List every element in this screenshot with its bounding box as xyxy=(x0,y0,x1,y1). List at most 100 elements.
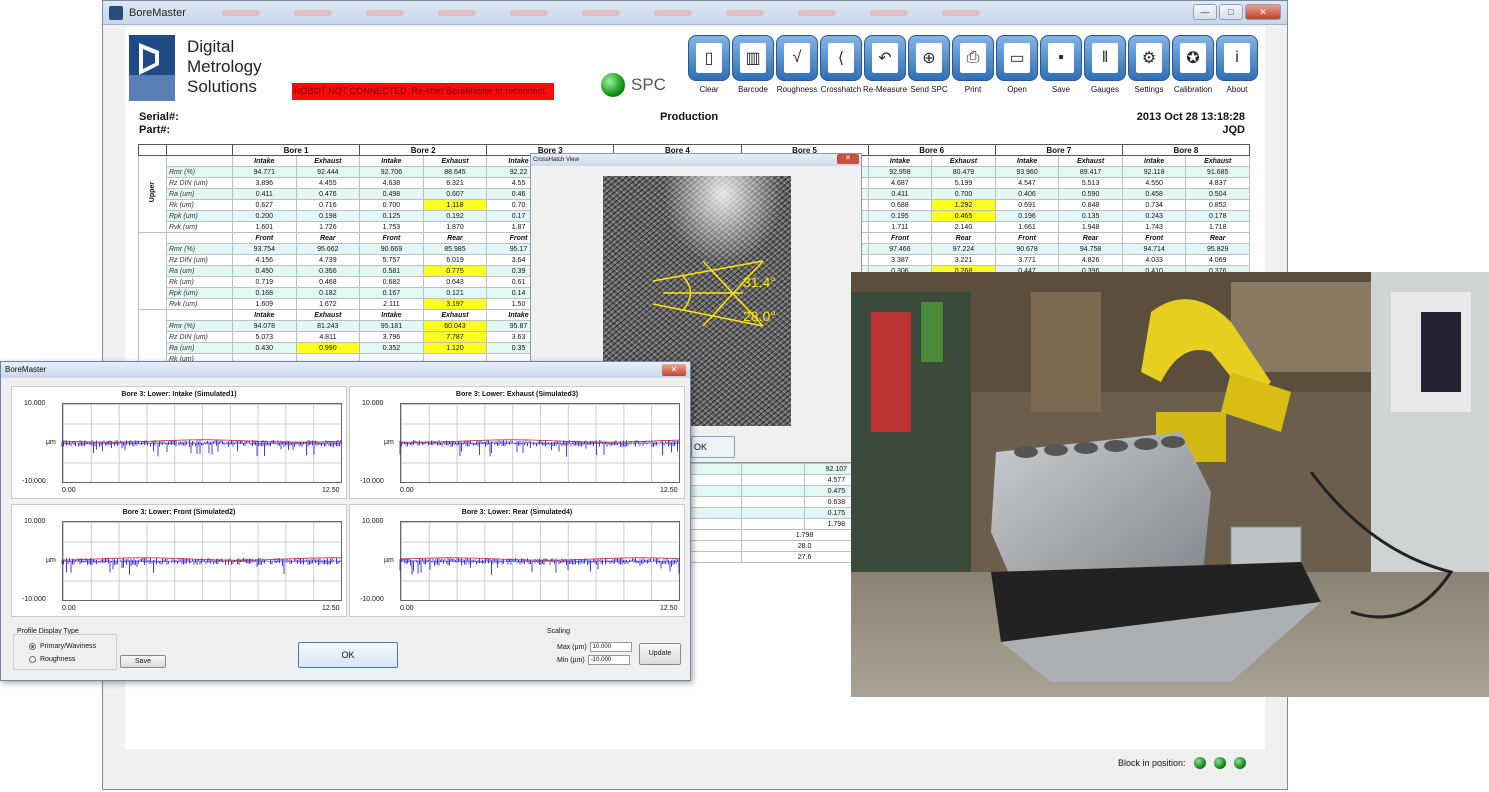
profile-trace xyxy=(61,439,342,457)
table-cell: 0.450 xyxy=(232,265,297,277)
table-cell: 1.601 xyxy=(232,221,297,233)
table-cell: 95.829 xyxy=(1185,243,1250,255)
bore-header: Bore 6 xyxy=(867,144,996,156)
toolbar-print-button[interactable]: ⎙ Print xyxy=(951,35,995,94)
profile-trace xyxy=(61,557,342,575)
bore-header: Bore 2 xyxy=(359,144,488,156)
dms-logo xyxy=(129,35,175,101)
toolbar-roughness-button[interactable]: √ Roughness xyxy=(775,35,819,94)
scaling-update-button[interactable]: Update xyxy=(639,643,681,665)
toolbar-barcode-button[interactable]: ▥ Barcode xyxy=(731,35,775,94)
table-cell: 90.669 xyxy=(359,243,424,255)
block-led-icon xyxy=(1213,757,1226,769)
table-cell: 3.896 xyxy=(232,177,297,189)
toolbar-send-spc-button[interactable]: ⊕ Send SPC xyxy=(907,35,951,94)
table-cell: 92.118 xyxy=(1121,166,1187,178)
table-cell: 0.643 xyxy=(422,276,488,288)
calibration-ribbon-icon: ✪ xyxy=(1180,43,1206,73)
title-bar: BoreMaster — □ ✕ xyxy=(103,1,1287,25)
table-cell: 95.662 xyxy=(295,243,361,255)
profile-save-button[interactable]: Save xyxy=(120,655,166,668)
table-cell: 5.757 xyxy=(359,254,424,266)
table-cell: 94.078 xyxy=(232,320,297,332)
table-cell: 5.199 xyxy=(931,177,996,189)
min-input[interactable]: -10.000 xyxy=(587,655,630,665)
table-cell: 0.852 xyxy=(1185,199,1250,211)
table-cell: 94.758 xyxy=(1058,243,1123,255)
table-cell: 0.719 xyxy=(232,276,297,288)
toolbar-settings-button[interactable]: ⚙ Settings xyxy=(1127,35,1171,94)
table-cell: 1.292 xyxy=(931,199,996,211)
table-cell: 4.739 xyxy=(295,254,361,266)
radio-selected-icon xyxy=(29,643,36,650)
table-cell: 0.168 xyxy=(232,287,297,299)
radio-empty-icon xyxy=(29,656,36,663)
send-spc-icon: ⊕ xyxy=(916,43,942,73)
bore-header: Bore 8 xyxy=(1121,144,1251,156)
angle-cell: 27.6 xyxy=(740,551,869,563)
table-cell: 94.771 xyxy=(232,166,297,178)
table-cell: 0.775 xyxy=(422,265,488,277)
table-cell: 3.197 xyxy=(422,298,488,310)
crosshatch-close-button[interactable]: ✕ xyxy=(837,154,859,164)
table-cell: 0.178 xyxy=(1185,210,1250,222)
profile-close-button[interactable]: ✕ xyxy=(662,364,686,376)
toolbar-crosshatch-button[interactable]: ⟨ Crosshatch xyxy=(819,35,863,94)
crosshatch-ok-button[interactable]: OK xyxy=(691,436,735,458)
crosshatch-title: CrossHatch View xyxy=(531,154,861,166)
minimize-button[interactable]: — xyxy=(1193,4,1217,20)
table-cell: 2.111 xyxy=(359,298,424,310)
table-cell: 0.476 xyxy=(295,188,361,200)
table-cell: 4.837 xyxy=(1185,177,1250,189)
table-cell: 1.118 xyxy=(422,199,488,211)
table-cell: 3.387 xyxy=(867,254,933,266)
toolbar-re-measure-button[interactable]: ↶ Re-Measure xyxy=(863,35,907,94)
profile-chart-3: Bore 3: Lower: Front (Simulated2) 10.000 µ… xyxy=(11,504,347,617)
table-cell: 0.182 xyxy=(295,287,361,299)
table-cell: 4.550 xyxy=(1121,177,1187,189)
table-cell: 1.726 xyxy=(295,221,361,233)
table-cell: 6.321 xyxy=(422,177,488,189)
table-cell: 0.243 xyxy=(1121,210,1187,222)
table-cell: 4.638 xyxy=(359,177,424,189)
toolbar-save-button[interactable]: ▪ Save xyxy=(1039,35,1083,94)
table-cell: 0.195 xyxy=(867,210,933,222)
toolbar-gauges-button[interactable]: ‖ Gauges xyxy=(1083,35,1127,94)
max-input[interactable]: 10.000 xyxy=(589,642,632,652)
app-icon xyxy=(109,5,123,20)
table-cell: 3.771 xyxy=(994,254,1060,266)
toolbar-about-button[interactable]: i About xyxy=(1215,35,1259,94)
part-label: Part#: xyxy=(139,124,171,136)
table-cell: 0.581 xyxy=(359,265,424,277)
table-cell: 0.691 xyxy=(994,199,1060,211)
bore-header: Bore 7 xyxy=(994,144,1123,156)
save-icon: ▪ xyxy=(1048,43,1074,73)
profile-ok-button[interactable]: OK xyxy=(298,642,398,668)
serial-part-labels: Serial#: Part#: xyxy=(139,111,179,137)
open-folder-icon: ▭ xyxy=(1004,43,1030,73)
table-cell: 0.627 xyxy=(232,199,297,211)
table-cell: 0.468 xyxy=(295,276,361,288)
table-cell: 2.140 xyxy=(931,221,996,233)
toolbar-open-button[interactable]: ▭ Open xyxy=(995,35,1039,94)
profile-chart-2: Bore 3: Lower: Exhaust (Simulated3) 10.00… xyxy=(349,386,685,499)
table-cell: 0.700 xyxy=(359,199,424,211)
angle-upper: 31.4° xyxy=(743,274,776,290)
radio-roughness[interactable]: Roughness xyxy=(29,656,75,663)
close-button[interactable]: ✕ xyxy=(1245,4,1281,20)
radio-primary-waviness[interactable]: Primary/Waviness xyxy=(29,643,96,650)
table-cell: 1.743 xyxy=(1121,221,1187,233)
toolbar-clear-button[interactable]: ▯ Clear xyxy=(687,35,731,94)
table-cell: 85.985 xyxy=(422,243,488,255)
table-cell: 0.406 xyxy=(994,188,1060,200)
table-cell: 92.706 xyxy=(359,166,424,178)
menu-bar[interactable] xyxy=(221,9,980,16)
table-cell: 0.121 xyxy=(422,287,488,299)
toolbar-calibration-button[interactable]: ✪ Calibration xyxy=(1171,35,1215,94)
table-cell: 5.513 xyxy=(1058,177,1123,189)
maximize-button[interactable]: □ xyxy=(1219,4,1243,20)
robot-photo-illustration xyxy=(851,272,1489,697)
profile-trace xyxy=(399,439,680,457)
table-cell: 0.196 xyxy=(994,210,1060,222)
table-cell: 93.960 xyxy=(994,166,1060,178)
